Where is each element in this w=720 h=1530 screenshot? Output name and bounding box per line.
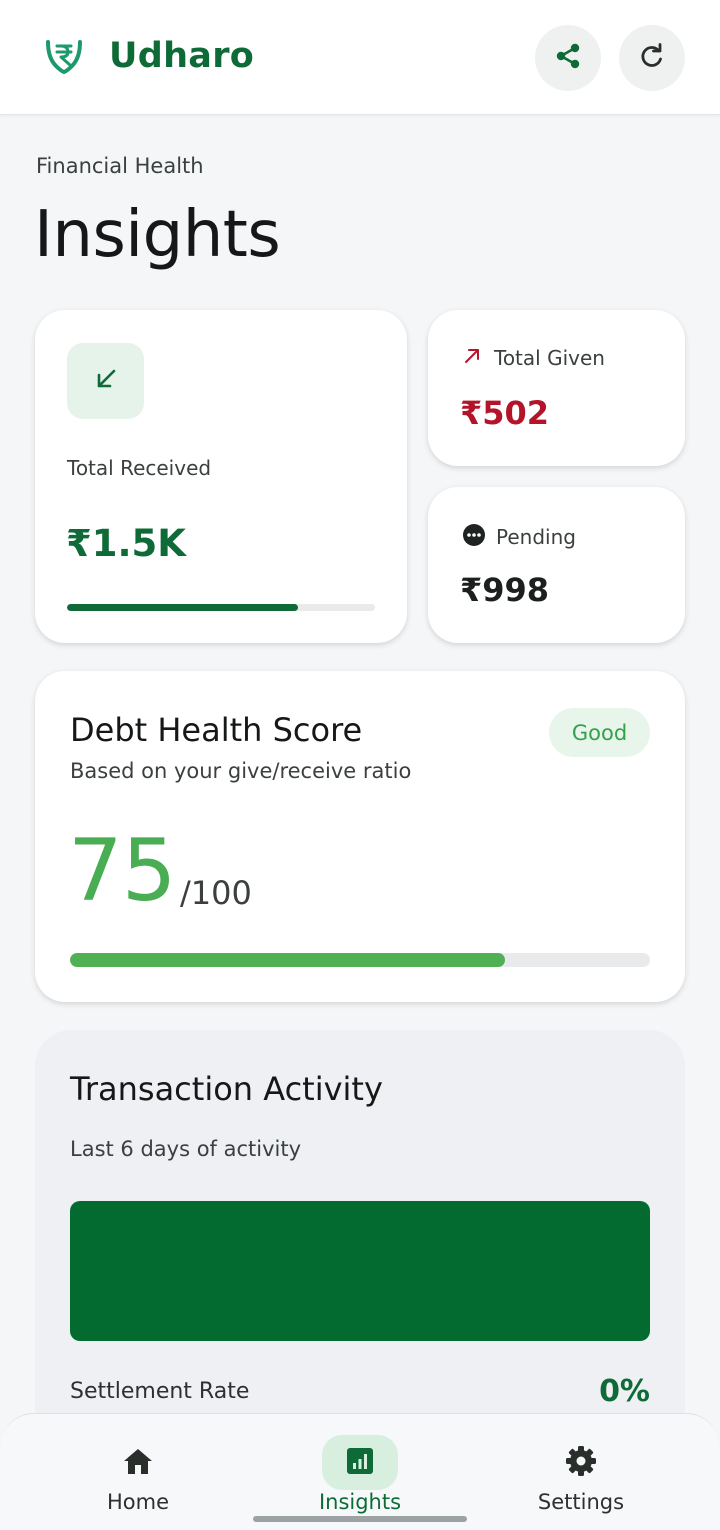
home-icon <box>122 1446 154 1480</box>
share-icon <box>553 41 583 75</box>
health-score-subtitle: Based on your give/receive ratio <box>70 759 412 783</box>
rupee-shield-icon <box>42 36 86 76</box>
total-received-value: ₹1.5K <box>66 522 186 565</box>
more-horizontal-circle-icon <box>462 523 486 551</box>
health-score-max: /100 <box>180 874 252 912</box>
arrow-up-right-icon <box>462 346 482 370</box>
debt-health-card: Debt Health Score Based on your give/rec… <box>35 671 685 1002</box>
status-badge: Good <box>549 708 650 757</box>
nav-insights-label: Insights <box>318 1490 402 1514</box>
activity-title: Transaction Activity <box>70 1070 383 1108</box>
gear-icon <box>564 1444 598 1482</box>
received-progress-fill <box>67 604 298 611</box>
nav-settings-label: Settings <box>537 1490 625 1514</box>
pending-card: Pending ₹998 <box>428 487 685 643</box>
nav-item-insights[interactable]: Insights <box>270 1414 450 1530</box>
total-given-value: ₹502 <box>460 394 550 432</box>
settlement-rate-value: 0% <box>599 1374 650 1409</box>
health-score-progress-bar <box>70 953 650 967</box>
share-button[interactable] <box>535 25 601 91</box>
health-score-value: 75 <box>68 821 176 921</box>
total-received-card: Total Received ₹1.5K <box>35 310 407 643</box>
total-given-label: Total Given <box>494 346 605 370</box>
refresh-button[interactable] <box>619 25 685 91</box>
bottom-nav: Home Insights Settings <box>0 1413 720 1530</box>
health-score-title: Debt Health Score <box>70 711 363 749</box>
nav-home-icon-wrap <box>100 1435 176 1490</box>
nav-item-settings[interactable]: Settings <box>491 1414 671 1530</box>
home-indicator <box>253 1516 467 1522</box>
activity-subtitle: Last 6 days of activity <box>70 1137 302 1161</box>
settlement-rate-label: Settlement Rate <box>70 1379 250 1404</box>
app-title: Udharo <box>109 36 255 76</box>
pending-value: ₹998 <box>460 571 550 609</box>
page-title: Insights <box>34 198 281 272</box>
nav-home-label: Home <box>106 1490 169 1514</box>
total-received-label: Total Received <box>67 456 212 480</box>
health-score-progress-fill <box>70 953 505 967</box>
nav-settings-icon-wrap <box>543 1435 619 1490</box>
arrow-down-left-icon <box>91 364 121 398</box>
received-icon-box <box>67 343 144 419</box>
nav-item-home[interactable]: Home <box>48 1414 228 1530</box>
transaction-activity-card: Transaction Activity Last 6 days of acti… <box>35 1030 685 1450</box>
total-given-card: Total Given ₹502 <box>428 310 685 466</box>
nav-insights-icon-wrap <box>322 1435 398 1490</box>
pending-label: Pending <box>496 525 576 549</box>
activity-chart <box>70 1201 650 1341</box>
app-header: Udharo <box>0 0 720 115</box>
refresh-icon <box>638 42 666 74</box>
bar-chart-icon <box>345 1446 375 1480</box>
page-eyebrow: Financial Health <box>36 154 204 178</box>
received-progress-bar <box>67 604 375 611</box>
